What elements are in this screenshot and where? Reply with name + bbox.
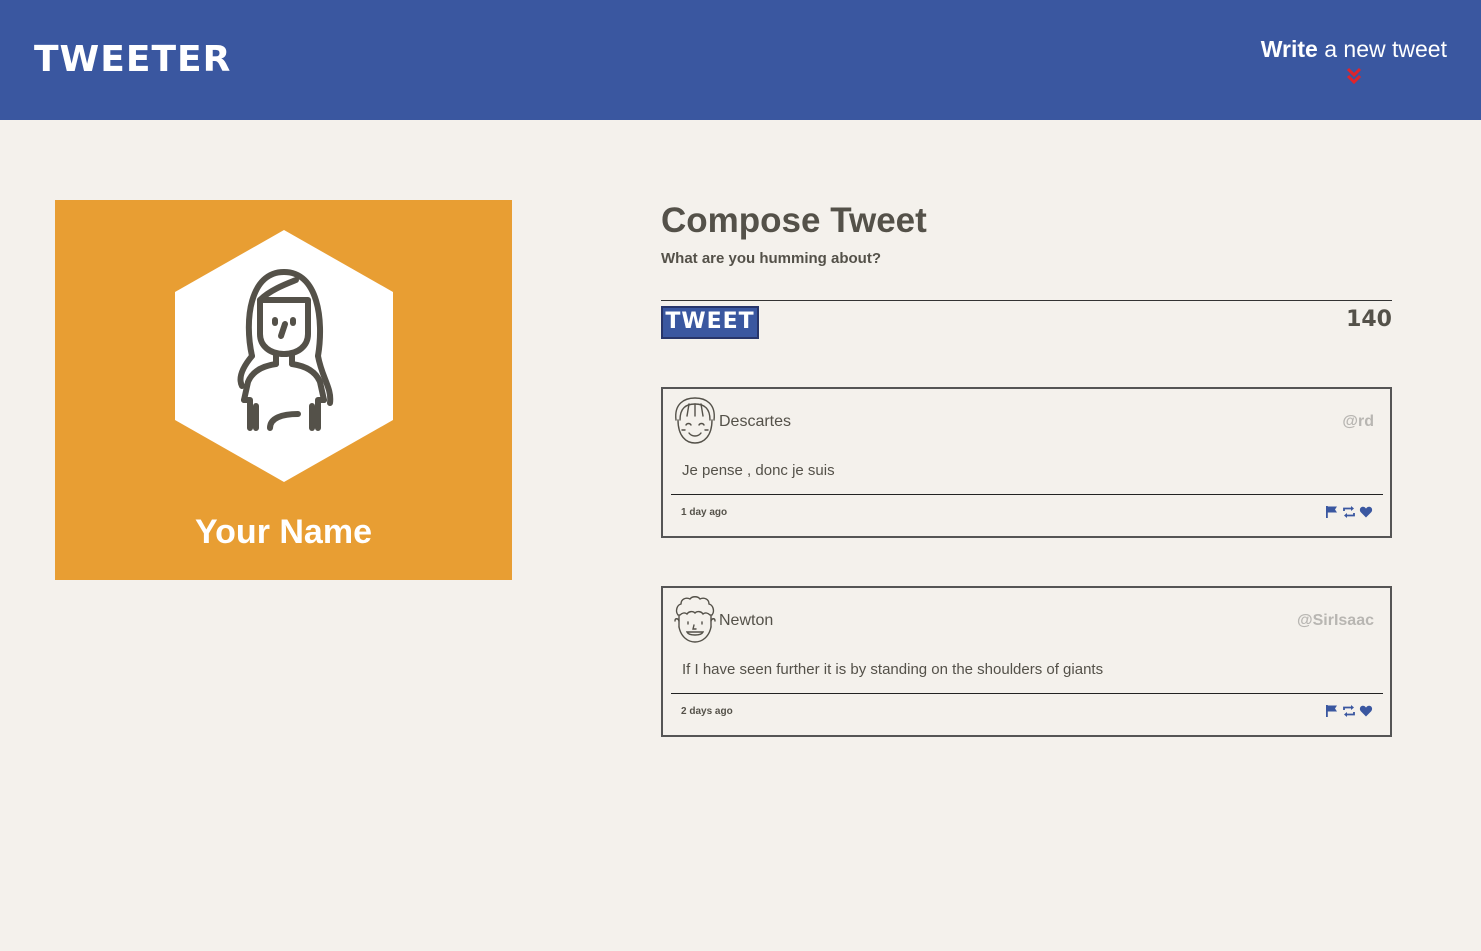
retweet-icon[interactable] xyxy=(1342,704,1356,718)
compose-prompt: What are you humming about? xyxy=(661,250,881,267)
tweet-submit-button[interactable]: TWEET xyxy=(661,306,759,339)
flag-icon[interactable] xyxy=(1325,505,1339,519)
compose-title: Compose Tweet xyxy=(661,201,927,240)
tweet-author-handle[interactable]: @SirIsaac xyxy=(1297,611,1374,631)
profile-name: Your Name xyxy=(195,513,372,551)
character-counter: 140 xyxy=(1346,307,1392,332)
tweet-divider xyxy=(671,693,1383,694)
tweet-actions xyxy=(1325,704,1373,718)
heart-icon[interactable] xyxy=(1359,505,1373,519)
tweet-actions xyxy=(1325,505,1373,519)
tweet-text: Je pense , donc je suis xyxy=(682,462,835,479)
tweet-author-name[interactable]: Descartes xyxy=(719,412,791,432)
tweet-card: Newton @SirIsaac If I have seen further … xyxy=(661,586,1392,737)
heart-icon[interactable] xyxy=(1359,704,1373,718)
smiling-face-avatar-icon xyxy=(675,397,715,444)
tweet-divider xyxy=(671,494,1383,495)
tweet-text: If I have seen further it is by standing… xyxy=(682,661,1104,678)
profile-avatar xyxy=(175,230,393,482)
tweet-card: Descartes @rd Je pense , donc je suis 1 … xyxy=(661,387,1392,538)
compose-tweet-section: Compose Tweet What are you humming about… xyxy=(661,200,1392,339)
curly-hair-face-avatar-icon xyxy=(674,596,716,643)
retweet-icon[interactable] xyxy=(1342,505,1356,519)
write-link-strong: Write xyxy=(1260,36,1318,62)
brand-logo[interactable]: TWEETER xyxy=(34,38,231,82)
write-new-tweet-link[interactable]: Write a new tweet xyxy=(1260,34,1447,85)
write-link-rest: a new tweet xyxy=(1317,36,1447,62)
flag-icon[interactable] xyxy=(1325,704,1339,718)
tweet-author-name[interactable]: Newton xyxy=(719,611,773,631)
top-navigation-bar: TWEETER Write a new tweet xyxy=(0,0,1481,120)
tweet-author-handle[interactable]: @rd xyxy=(1342,412,1374,432)
tweet-timestamp: 2 days ago xyxy=(681,706,733,717)
tweet-text-input[interactable] xyxy=(661,300,1392,301)
tweet-timestamp: 1 day ago xyxy=(681,507,728,518)
profile-card: Your Name xyxy=(55,200,512,580)
double-chevron-down-icon[interactable] xyxy=(1345,66,1363,86)
